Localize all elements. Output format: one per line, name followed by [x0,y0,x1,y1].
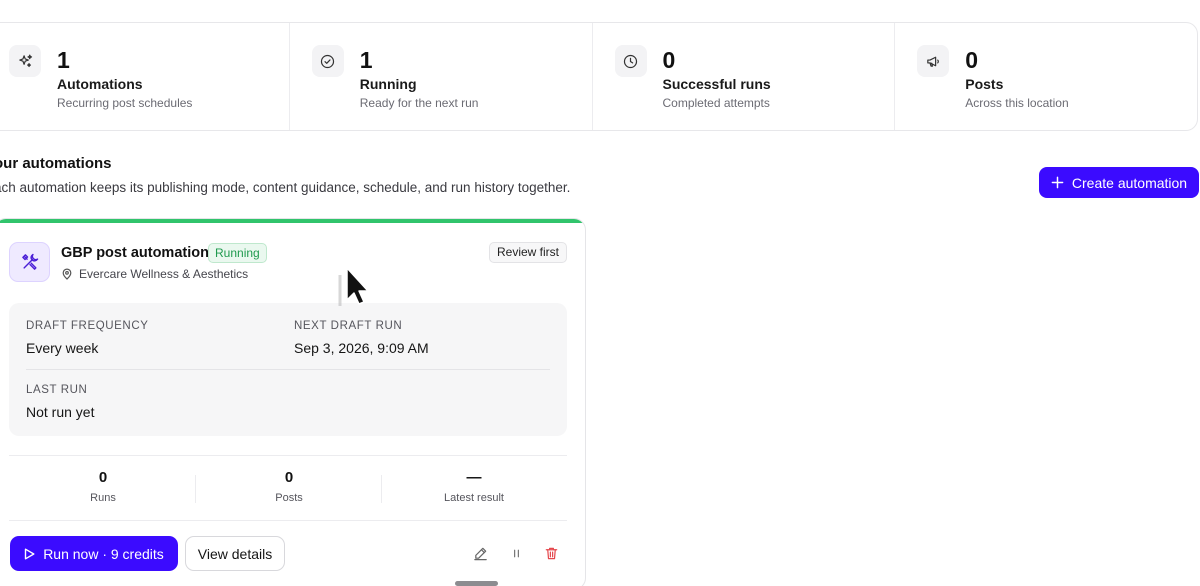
count-value: — [466,469,482,486]
divider [26,369,550,370]
map-pin-icon [62,268,72,280]
scroll-handle[interactable] [455,581,498,586]
stat-value: 0 [965,47,978,73]
draft-frequency-label: DRAFT FREQUENCY [26,320,149,332]
last-run-label: LAST RUN [26,384,88,396]
location: Evercare Wellness & Aesthetics [61,267,248,281]
next-run-value: Sep 3, 2026, 9:09 AM [294,340,429,356]
create-automation-button[interactable]: Create automation [1039,167,1199,198]
posts-count: 0 Posts [196,469,382,504]
latest-result: — Latest result [381,469,567,504]
status-accent-bar [0,219,585,223]
stat-subtitle: Recurring post schedules [57,96,193,110]
run-now-button[interactable]: Run now · 9 credits [10,536,178,571]
count-value: 0 [284,469,294,486]
runs-count: 0 Runs [10,469,196,504]
stat-label: Running [359,76,417,92]
create-automation-label: Create automation [1071,174,1188,191]
stat-subtitle: Across this location [965,96,1069,110]
stat-label: Successful runs [662,76,771,92]
clock-icon [614,45,647,77]
last-run-value: Not run yet [26,404,95,420]
plus-icon [1051,176,1064,189]
automation-title[interactable]: GBP post automation [61,245,209,261]
stat-subtitle: Completed attempts [662,96,770,110]
tools-icon [9,242,50,282]
section-title: our automations [0,155,112,172]
stat-value: 0 [662,47,676,73]
count-label: Runs [90,492,116,504]
stat-label: Automations [57,76,143,92]
edit-icon[interactable] [472,545,488,561]
stats-strip: 1 Automations Recurring post schedules 1… [0,22,1198,131]
mouse-cursor-icon [338,267,369,306]
stat-value: 1 [359,47,373,73]
megaphone-icon [917,45,950,77]
sparkles-icon [9,45,41,77]
check-circle-icon [311,45,344,77]
next-run-label: NEXT DRAFT RUN [294,320,403,332]
status-badge: Running [208,243,267,263]
divider [9,520,567,521]
section-subtitle: ach automation keeps its publishing mode… [0,180,571,195]
schedule-details: DRAFT FREQUENCY Every week NEXT DRAFT RU… [9,303,567,436]
pause-icon[interactable] [508,545,524,561]
run-now-label: Run now · 9 credits [43,545,164,562]
automation-card: GBP post automation Running Evercare Wel… [0,218,586,586]
draft-frequency-value: Every week [26,340,99,356]
count-label: Posts [275,492,303,504]
view-details-button[interactable]: View details [185,536,285,571]
stat-subtitle: Ready for the next run [359,96,479,110]
trash-icon[interactable] [543,545,559,561]
divider [9,455,567,456]
stat-successful-runs: 0 Successful runs Completed attempts [593,23,896,130]
count-label: Latest result [444,492,504,504]
count-value: 0 [98,469,108,486]
stat-value: 1 [57,47,70,73]
play-icon [24,548,35,559]
stat-label: Posts [965,76,1004,92]
stat-automations: 1 Automations Recurring post schedules [0,23,290,130]
location-name: Evercare Wellness & Aesthetics [79,267,249,281]
stat-running: 1 Running Ready for the next run [290,23,593,130]
stat-posts: 0 Posts Across this location [895,23,1197,130]
mode-badge: Review first [489,242,568,263]
